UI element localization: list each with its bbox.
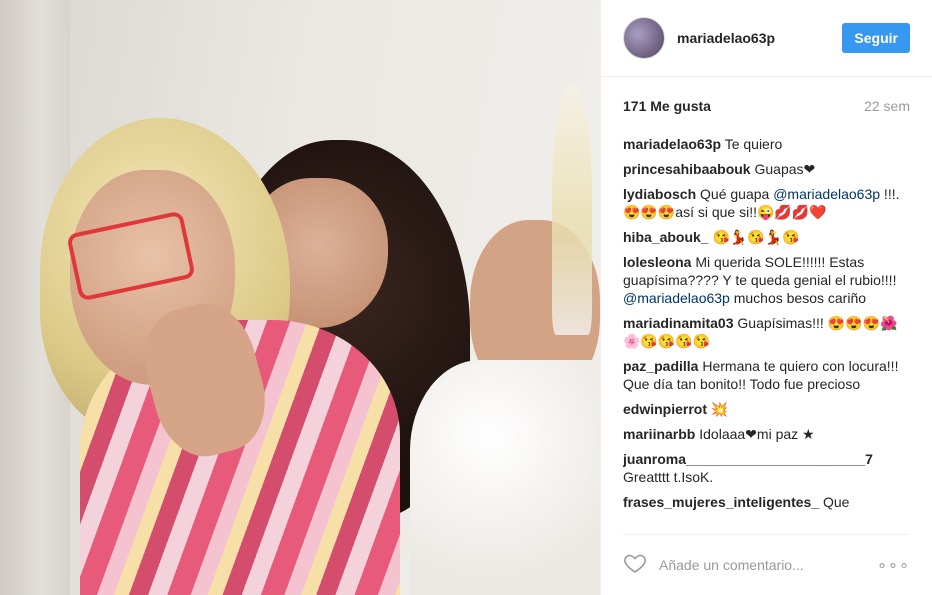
comment-text: Que [823,494,850,510]
list-item: lolesleona Mi querida SOLE!!!!!! Estas g… [623,253,910,307]
list-item: lydiabosch Qué guapa @mariadelao63p !!!.… [623,185,910,221]
list-item: mariadinamita03 Guapísimas!!! 😍😍😍🌺🌸😘😘😘😘 [623,314,910,350]
heart-icon-graphic [624,554,646,573]
post-time[interactable]: 22 sem [864,98,910,114]
comment-text: Te quiero [724,136,783,152]
list-item: hiba_abouk_ 😘💃😘💃😘 [623,228,910,246]
likes-count[interactable]: 171 Me gusta [623,98,711,114]
add-comment-input[interactable]: Añade un comentario... [659,557,877,573]
list-item: mariadelao63p Te quiero [623,135,910,153]
white-gown [410,360,600,595]
comment-username[interactable]: edwinpierrot [623,401,707,417]
post-photo[interactable] [0,0,600,595]
champagne-glass [552,85,592,335]
mention-link[interactable]: @mariadelao63p [623,290,730,306]
comment-username[interactable]: lydiabosch [623,186,696,202]
list-item: mariinarbb Idolaaa❤mi paz ★ [623,425,910,443]
comment-text: 😘💃😘💃😘 [712,229,800,245]
list-item: juanroma_______________________7 Greattt… [623,450,910,486]
comment-username[interactable]: paz_padilla [623,358,698,374]
comment-username[interactable]: mariadelao63p [623,136,721,152]
comment-text: Guapas❤ [754,161,816,177]
comment-text: Qué guapa [700,186,774,202]
comment-username[interactable]: lolesleona [623,254,691,270]
list-item: princesahibaabouk Guapas❤ [623,160,910,178]
comments-list[interactable]: mariadelao63p Te quiero princesahibaabou… [623,135,910,527]
comment-username[interactable]: princesahibaabouk [623,161,751,177]
list-item: frases_mujeres_inteligentes_ Que [623,493,910,511]
author-username[interactable]: mariadelao63p [677,30,842,46]
post-panel: mariadelao63p Seguir 171 Me gusta 22 sem… [600,0,932,595]
list-item: paz_padilla Hermana te quiero con locura… [623,357,910,393]
likes-row: 171 Me gusta 22 sem [623,77,910,135]
list-item: edwinpierrot 💥 [623,400,910,418]
avatar[interactable] [623,17,665,59]
comment-text: 💥 [710,401,729,417]
comment-text: Idolaaa❤mi paz ★ [699,426,815,442]
comment-username[interactable]: hiba_abouk_ [623,229,709,245]
comment-username[interactable]: mariadinamita03 [623,315,734,331]
more-dots-icon[interactable]: ∘∘∘ [877,555,910,575]
comment-bar: Añade un comentario... ∘∘∘ [623,534,910,595]
follow-button[interactable]: Seguir [842,23,910,53]
post-header: mariadelao63p Seguir [601,0,932,77]
heart-icon[interactable] [623,551,647,580]
comment-username[interactable]: juanroma_______________________7 [623,451,873,467]
comment-username[interactable]: frases_mujeres_inteligentes_ [623,494,819,510]
comment-text: Greatttt t.IsoK. [623,469,714,485]
comment-text: muchos besos cariño [729,290,867,306]
comment-username[interactable]: mariinarbb [623,426,695,442]
mention-link[interactable]: @mariadelao63p [773,186,880,202]
